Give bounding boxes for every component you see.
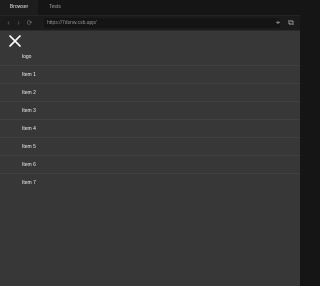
back-icon[interactable]: ‹ [5, 20, 12, 27]
menu-item-5[interactable]: Item 5 [0, 138, 300, 156]
tab-browser[interactable]: Browser [0, 0, 38, 15]
menu-item-6[interactable]: Item 6 [0, 156, 300, 174]
crosshair-icon[interactable]: ⌖ [274, 19, 282, 27]
tab-bar: Browser Tests [0, 0, 300, 16]
menu-item-logo[interactable]: logo [0, 48, 300, 66]
page-content: logo Item 1 Item 2 Item 3 Item 4 Item 5 … [0, 31, 300, 286]
tab-tests[interactable]: Tests [43, 0, 67, 15]
url-input[interactable]: https://7dsnw.csb.app/ [44, 18, 280, 28]
open-in-new-window-icon[interactable]: ⧉ [287, 19, 295, 27]
menu-item-3[interactable]: Item 3 [0, 102, 300, 120]
refresh-icon[interactable]: ⟳ [26, 20, 33, 27]
address-bar: ‹ › ⟳ https://7dsnw.csb.app/ ⌖ ⧉ [0, 16, 300, 31]
forward-icon[interactable]: › [15, 20, 22, 27]
menu-item-4[interactable]: Item 4 [0, 120, 300, 138]
close-icon[interactable] [8, 34, 22, 48]
menu-item-1[interactable]: Item 1 [0, 66, 300, 84]
menu-list: logo Item 1 Item 2 Item 3 Item 4 Item 5 … [0, 48, 300, 192]
preview-window: Browser Tests ‹ › ⟳ https://7dsnw.csb.ap… [0, 0, 300, 286]
menu-item-2[interactable]: Item 2 [0, 84, 300, 102]
menu-item-7[interactable]: Item 7 [0, 174, 300, 192]
